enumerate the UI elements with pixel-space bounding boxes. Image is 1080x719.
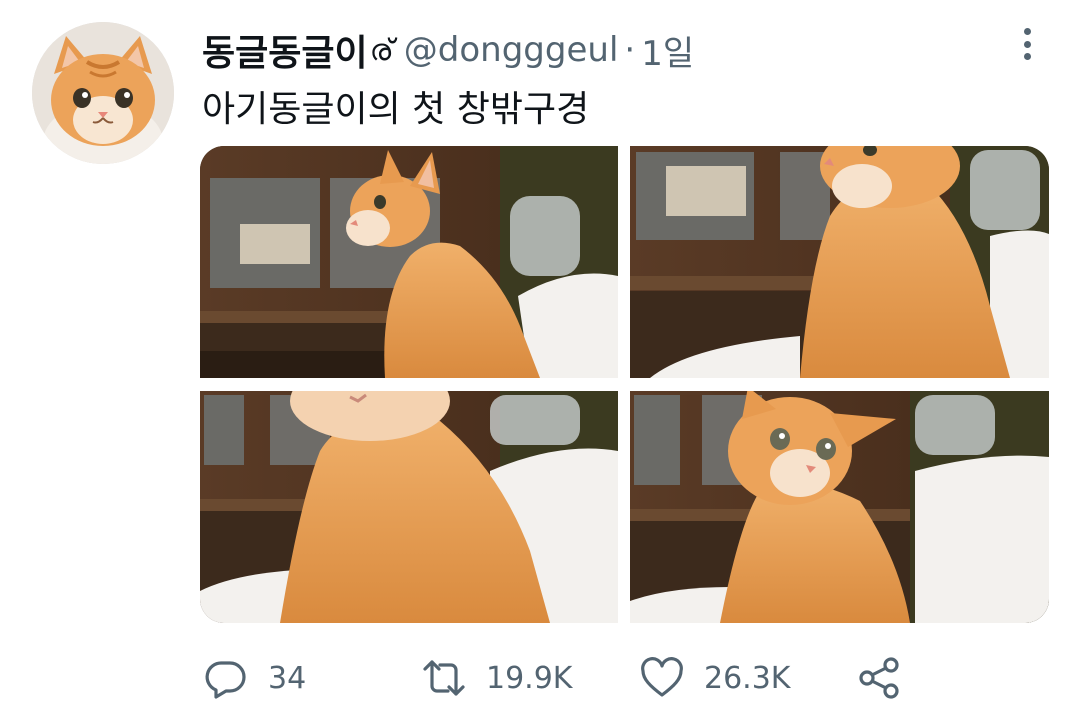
name-emoji-icon: ര് (369, 32, 394, 68)
tweet-text: 아기동글이의 첫 창밖구경 (202, 89, 590, 130)
retweet-count: 19.9K (486, 660, 573, 696)
dot (1023, 28, 1031, 35)
dot (1023, 40, 1031, 48)
share-button[interactable] (858, 650, 902, 706)
kitten-photo-4[interactable] (630, 391, 1049, 623)
kitten-photo-3[interactable] (200, 391, 618, 623)
heart-icon (641, 657, 683, 697)
reply-count: 34 (268, 660, 307, 696)
reply-icon (205, 661, 246, 699)
media-grid (200, 146, 1049, 623)
dot (1023, 53, 1031, 60)
separator-dot: · (624, 30, 636, 70)
retweet-button[interactable]: 19.9K (422, 650, 572, 706)
like-button[interactable]: 26.3K (640, 650, 790, 706)
tweet-header: 동글동글이 ര് @dongggeul · 1일 (202, 26, 694, 74)
retweet-icon (423, 660, 465, 696)
kitten-avatar-icon (32, 22, 174, 164)
kitten-photo-2[interactable] (630, 146, 1049, 378)
tweet-actions: 34 19.9K 26.3K (0, 650, 1080, 706)
more-options-icon[interactable] (1012, 26, 1042, 62)
kitten-photo-1[interactable] (200, 146, 618, 378)
reply-button[interactable]: 34 (204, 650, 306, 706)
like-count: 26.3K (704, 660, 791, 696)
author-handle[interactable]: @dongggeul (404, 30, 619, 70)
author-avatar[interactable] (32, 22, 174, 164)
tweet-timestamp[interactable]: 1일 (641, 26, 694, 75)
share-icon (859, 657, 899, 699)
author-display-name[interactable]: 동글동글이 (202, 24, 368, 76)
